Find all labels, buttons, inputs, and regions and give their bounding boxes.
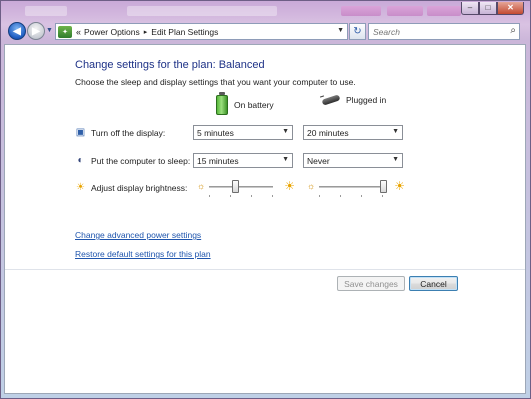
minimize-button[interactable]: –	[461, 2, 479, 15]
chevron-down-icon: ▼	[282, 156, 289, 163]
advanced-settings-link[interactable]: Change advanced power settings	[75, 230, 201, 240]
select-value: Never	[307, 156, 330, 166]
chevron-down-icon: ▼	[392, 128, 399, 135]
setting-row-brightness: ☀ Adjust display brightness: ☼ ☀ ☼ ☀	[75, 179, 495, 198]
refresh-button[interactable]: ↻	[349, 23, 366, 40]
column-label-plugged: Plugged in	[346, 95, 387, 105]
page-description: Choose the sleep and display settings th…	[75, 77, 356, 87]
chevron-right-icon[interactable]: ▸	[144, 28, 148, 36]
display-icon: ▣	[75, 127, 86, 138]
navigation-bar: ◀ ▶ ▼ ✦ « Power Options ▸ Edit Plan Sett…	[5, 21, 525, 42]
search-input[interactable]	[369, 24, 499, 39]
close-button[interactable]: ✕	[497, 2, 524, 15]
slider-thumb[interactable]	[380, 180, 387, 193]
address-bar[interactable]: ✦ « Power Options ▸ Edit Plan Settings ▼	[55, 23, 348, 40]
setting-row-display: ▣ Turn off the display: 5 minutes ▼ 20 m…	[75, 125, 495, 141]
bright-brightness-icon: ☀	[284, 179, 295, 193]
search-box[interactable]: ⌕	[368, 23, 520, 40]
battery-icon	[216, 92, 228, 115]
brightness-battery-slider[interactable]: ☼ ☀	[197, 179, 295, 198]
page-title: Change settings for the plan: Balanced	[75, 59, 265, 71]
dim-brightness-icon: ☼	[197, 181, 206, 191]
link-text: Change advanced power settings	[75, 230, 202, 240]
save-changes-button[interactable]: Save changes	[337, 276, 405, 291]
setting-row-sleep: ◐ Put the computer to sleep: 15 minutes …	[75, 153, 495, 169]
sun-icon: ☀	[76, 182, 85, 193]
slider-ticks	[319, 195, 383, 197]
display-plugged-select[interactable]: 20 minutes ▼	[303, 125, 403, 140]
background-taskbar-ghost	[427, 6, 461, 16]
forward-button[interactable]: ▶	[27, 22, 45, 40]
moon-icon: ◐	[77, 155, 84, 166]
chevron-down-icon[interactable]: ▼	[337, 27, 344, 34]
bright-brightness-icon: ☀	[394, 179, 405, 193]
back-button[interactable]: ◀	[8, 22, 26, 40]
divider	[5, 269, 525, 270]
sleep-battery-select[interactable]: 15 minutes ▼	[193, 153, 293, 168]
power-plug-icon	[319, 94, 341, 106]
content-panel: Change settings for the plan: Balanced C…	[4, 44, 526, 394]
maximize-button[interactable]: □	[479, 2, 497, 15]
breadcrumb-power-options[interactable]: Power Options	[84, 27, 140, 37]
select-value: 20 minutes	[307, 128, 349, 138]
slider-thumb[interactable]	[231, 180, 239, 193]
chevron-down-icon: ▼	[392, 156, 399, 163]
breadcrumb-edit-plan-settings[interactable]: Edit Plan Settings	[151, 27, 218, 37]
slider-track[interactable]	[319, 186, 383, 188]
setting-label: Turn off the display:	[91, 128, 166, 138]
dim-brightness-icon: ☼	[307, 181, 316, 191]
column-header-battery: On battery	[216, 92, 274, 115]
recent-pages-dropdown-icon[interactable]: ▼	[46, 27, 53, 34]
cancel-button[interactable]: Cancel	[409, 276, 458, 291]
slider-ticks	[209, 195, 273, 197]
chevron-down-icon: ▼	[282, 128, 289, 135]
select-value: 5 minutes	[197, 128, 234, 138]
display-battery-select[interactable]: 5 minutes ▼	[193, 125, 293, 140]
column-header-plugged: Plugged in	[319, 94, 387, 106]
brightness-plugged-slider[interactable]: ☼ ☀	[307, 179, 405, 198]
setting-label: Adjust display brightness:	[91, 183, 188, 193]
link-text: Restore default settings for this plan	[75, 249, 211, 259]
sleep-plugged-select[interactable]: Never ▼	[303, 153, 403, 168]
control-panel-icon: ✦	[58, 25, 72, 38]
column-label-battery: On battery	[234, 100, 274, 110]
restore-defaults-link[interactable]: Restore default settings for this plan	[75, 249, 211, 259]
background-taskbar-ghost	[387, 6, 423, 16]
setting-label: Put the computer to sleep:	[91, 156, 191, 166]
caption-buttons: – □ ✕	[461, 2, 524, 15]
slider-track[interactable]	[209, 186, 273, 188]
blurred-background	[7, 4, 450, 18]
select-value: 15 minutes	[197, 156, 239, 166]
background-taskbar-ghost	[341, 6, 381, 16]
hidden-crumbs-icon[interactable]: «	[76, 27, 81, 37]
search-icon[interactable]: ⌕	[510, 25, 516, 36]
